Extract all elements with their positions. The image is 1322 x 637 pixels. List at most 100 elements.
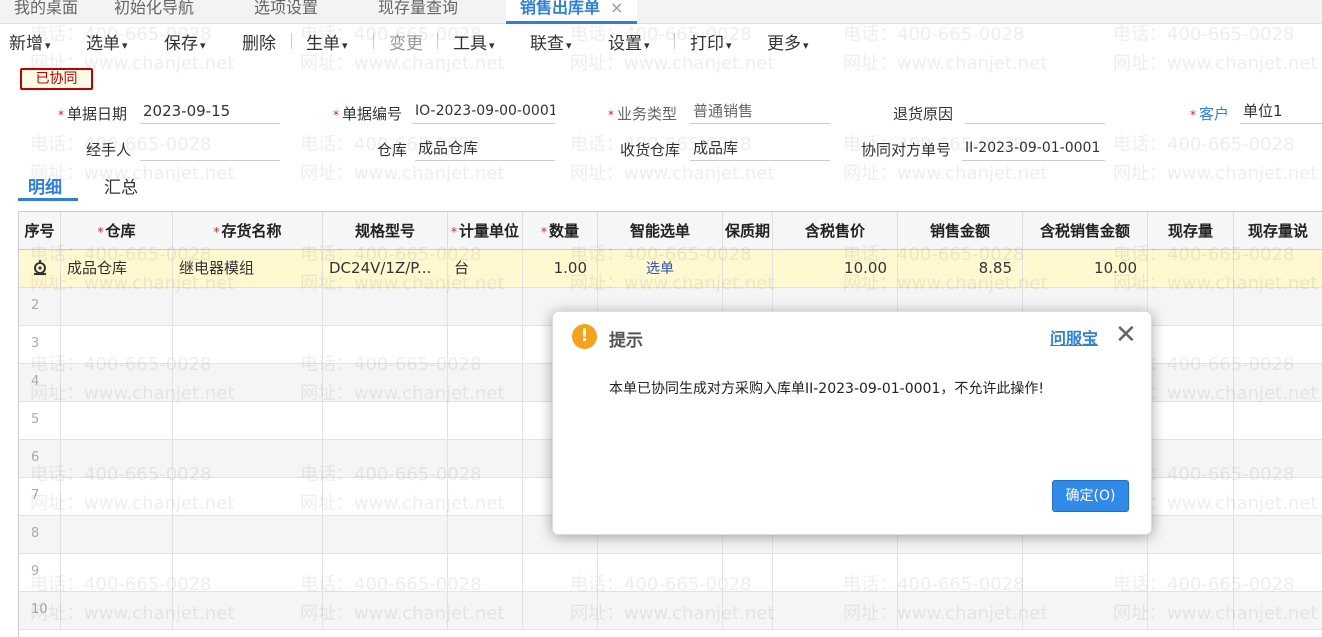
col-header-tax-price[interactable]: 含税售价 bbox=[773, 212, 898, 250]
col-header-stock[interactable]: 现存量 bbox=[1148, 212, 1234, 250]
empty-cell[interactable] bbox=[61, 402, 173, 440]
row-number[interactable]: 10 bbox=[19, 592, 61, 630]
return-reason-field[interactable] bbox=[965, 100, 1105, 124]
empty-cell[interactable] bbox=[448, 554, 523, 592]
table-row[interactable]: 9 bbox=[19, 554, 1322, 592]
empty-cell[interactable] bbox=[773, 592, 898, 630]
empty-cell[interactable] bbox=[323, 516, 448, 554]
row-number[interactable]: 3 bbox=[19, 326, 61, 364]
empty-cell[interactable] bbox=[1148, 288, 1234, 326]
empty-cell[interactable] bbox=[61, 364, 173, 402]
linked-query-button[interactable]: 联查 ▾ bbox=[530, 29, 572, 54]
col-header-warehouse[interactable]: * 仓库 bbox=[61, 212, 173, 250]
row-number[interactable]: 5 bbox=[19, 402, 61, 440]
empty-cell[interactable] bbox=[1148, 478, 1234, 516]
cell-stock[interactable] bbox=[1148, 250, 1234, 288]
cell-sales-amount[interactable]: 8.85 bbox=[898, 250, 1023, 288]
empty-cell[interactable] bbox=[448, 402, 523, 440]
col-header-seq[interactable]: 序号 bbox=[19, 212, 61, 250]
cell-smart-pick[interactable]: 选单 bbox=[598, 250, 723, 288]
empty-cell[interactable] bbox=[448, 516, 523, 554]
empty-cell[interactable] bbox=[898, 554, 1023, 592]
pick-link[interactable]: 选单 bbox=[646, 261, 674, 277]
new-button[interactable]: 新增 ▾ bbox=[9, 29, 51, 54]
empty-cell[interactable] bbox=[723, 592, 773, 630]
empty-cell[interactable] bbox=[61, 288, 173, 326]
select-button[interactable]: 选单 ▾ bbox=[86, 29, 128, 54]
close-icon[interactable]: × bbox=[610, 0, 623, 17]
empty-cell[interactable] bbox=[1234, 592, 1322, 630]
empty-cell[interactable] bbox=[61, 478, 173, 516]
tools-button[interactable]: 工具 ▾ bbox=[453, 29, 495, 54]
print-button[interactable]: 打印 ▾ bbox=[690, 29, 732, 54]
col-header-smart-pick[interactable]: 智能选单 bbox=[598, 212, 723, 250]
empty-cell[interactable] bbox=[898, 592, 1023, 630]
empty-cell[interactable] bbox=[1148, 554, 1234, 592]
cell-warehouse[interactable]: 成品仓库 bbox=[61, 250, 173, 288]
empty-cell[interactable] bbox=[598, 554, 723, 592]
empty-cell[interactable] bbox=[1148, 364, 1234, 402]
settings-button[interactable]: 设置 ▾ bbox=[608, 29, 650, 54]
empty-cell[interactable] bbox=[173, 592, 323, 630]
empty-cell[interactable] bbox=[448, 592, 523, 630]
empty-cell[interactable] bbox=[1148, 440, 1234, 478]
empty-cell[interactable] bbox=[173, 326, 323, 364]
empty-cell[interactable] bbox=[1148, 326, 1234, 364]
tab-my-desktop[interactable]: 我的桌面 bbox=[0, 0, 92, 24]
empty-cell[interactable] bbox=[523, 592, 598, 630]
empty-cell[interactable] bbox=[773, 554, 898, 592]
empty-cell[interactable] bbox=[61, 516, 173, 554]
tab-sales-outbound[interactable]: 销售出库单 × bbox=[506, 0, 638, 24]
biz-type-field[interactable]: 普通销售 bbox=[690, 100, 830, 124]
row-number[interactable]: 4 bbox=[19, 364, 61, 402]
empty-cell[interactable] bbox=[323, 326, 448, 364]
receive-warehouse-field[interactable]: 成品库 bbox=[690, 137, 830, 161]
warehouse-field[interactable]: 成品仓库 bbox=[415, 137, 555, 161]
empty-cell[interactable] bbox=[1148, 402, 1234, 440]
cell-spec[interactable]: DC24V/1Z/P... bbox=[323, 250, 448, 288]
empty-cell[interactable] bbox=[1023, 554, 1148, 592]
empty-cell[interactable] bbox=[598, 592, 723, 630]
empty-cell[interactable] bbox=[173, 402, 323, 440]
empty-cell[interactable] bbox=[61, 554, 173, 592]
col-header-qty[interactable]: * 数量 bbox=[523, 212, 598, 250]
empty-cell[interactable] bbox=[448, 326, 523, 364]
empty-cell[interactable] bbox=[723, 554, 773, 592]
cell-qty[interactable]: 1.00 bbox=[523, 250, 598, 288]
empty-cell[interactable] bbox=[1234, 440, 1322, 478]
close-icon[interactable]: ✕ bbox=[1115, 320, 1137, 350]
empty-cell[interactable] bbox=[1234, 478, 1322, 516]
col-header-shelf-life[interactable]: 保质期 bbox=[723, 212, 773, 250]
empty-cell[interactable] bbox=[1148, 592, 1234, 630]
tab-stock-query[interactable]: 现存量查询 bbox=[364, 0, 472, 24]
empty-cell[interactable] bbox=[1234, 364, 1322, 402]
tab-init-guide[interactable]: 初始化导航 bbox=[100, 0, 208, 24]
help-link[interactable]: 问服宝 bbox=[1050, 325, 1098, 349]
cell-tax-amount[interactable]: 10.00 bbox=[1023, 250, 1148, 288]
empty-cell[interactable] bbox=[1234, 516, 1322, 554]
empty-cell[interactable] bbox=[1234, 554, 1322, 592]
empty-cell[interactable] bbox=[173, 554, 323, 592]
tab-detail[interactable]: 明细 bbox=[28, 173, 62, 198]
cell-stock-note[interactable] bbox=[1234, 250, 1322, 288]
doc-no-field[interactable]: IO-2023-09-00-0001 bbox=[412, 100, 555, 124]
table-row[interactable]: 成品仓库 继电器模组 DC24V/1Z/P... 台 1.00 选单 10.00… bbox=[19, 250, 1322, 288]
col-header-tax-amount[interactable]: 含税销售金额 bbox=[1023, 212, 1148, 250]
change-button[interactable]: 变更 bbox=[389, 29, 423, 54]
table-row[interactable]: 10 bbox=[19, 592, 1322, 630]
empty-cell[interactable] bbox=[1148, 516, 1234, 554]
row-number[interactable]: 8 bbox=[19, 516, 61, 554]
empty-cell[interactable] bbox=[61, 326, 173, 364]
doc-date-field[interactable]: 2023-09-15 bbox=[140, 100, 280, 124]
empty-cell[interactable] bbox=[173, 364, 323, 402]
row-number[interactable]: 2 bbox=[19, 288, 61, 326]
cell-item-name[interactable]: 继电器模组 bbox=[173, 250, 323, 288]
empty-cell[interactable] bbox=[1234, 402, 1322, 440]
partner-doc-field[interactable]: II-2023-09-01-0001 bbox=[962, 137, 1105, 161]
empty-cell[interactable] bbox=[173, 288, 323, 326]
empty-cell[interactable] bbox=[323, 288, 448, 326]
empty-cell[interactable] bbox=[173, 440, 323, 478]
row-settings-icon[interactable] bbox=[19, 250, 61, 288]
more-button[interactable]: 更多 ▾ bbox=[767, 29, 809, 54]
empty-cell[interactable] bbox=[1234, 288, 1322, 326]
